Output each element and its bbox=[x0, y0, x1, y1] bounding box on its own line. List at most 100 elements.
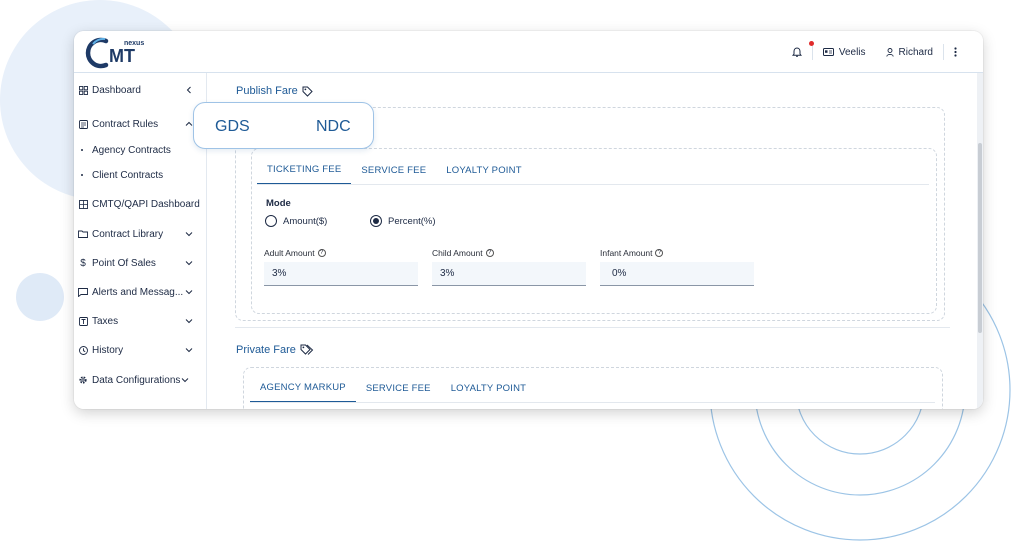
sidebar-item-history[interactable]: History bbox=[74, 339, 207, 361]
publish-fare-tabs: TICKETING FEE SERVICE FEE LOYALTY POINT bbox=[257, 155, 532, 185]
bullet bbox=[81, 149, 83, 151]
sidebar-item-label: Taxes bbox=[92, 315, 119, 327]
tax-icon bbox=[78, 316, 88, 326]
help-icon[interactable]: ? bbox=[655, 249, 664, 257]
company-name: Veelis bbox=[838, 46, 866, 58]
sidebar-item-alerts-and-messages[interactable]: Alerts and Messag... bbox=[74, 281, 207, 303]
chevron-left-icon[interactable] bbox=[185, 86, 193, 94]
sidebar-item-taxes[interactable]: Taxes bbox=[74, 310, 207, 332]
child-amount-input[interactable]: 3% bbox=[432, 262, 586, 286]
user-icon bbox=[885, 47, 894, 57]
chevron-down-icon[interactable] bbox=[185, 317, 193, 325]
sidebar-item-label: Dashboard bbox=[92, 84, 141, 96]
tab-service-fee[interactable]: SERVICE FEE bbox=[356, 373, 441, 403]
infant-amount-label: Infant Amount ? bbox=[600, 248, 664, 258]
sidebar-subitem-label: Client Contracts bbox=[92, 169, 164, 181]
sidebar-item-label: Data Configurations bbox=[92, 374, 181, 386]
grid-icon bbox=[78, 199, 88, 209]
dashboard-icon bbox=[78, 85, 88, 95]
gds-option[interactable]: GDS bbox=[215, 118, 250, 136]
notifications-button[interactable] bbox=[782, 41, 814, 61]
chevron-down-icon[interactable] bbox=[185, 288, 193, 296]
sidebar-subitem-agency-contracts[interactable]: Agency Contracts bbox=[74, 141, 207, 159]
dollar-icon: $ bbox=[80, 257, 86, 269]
child-amount-label: Child Amount ? bbox=[432, 248, 494, 258]
adult-amount-label: Adult Amount ? bbox=[264, 248, 326, 258]
help-icon[interactable]: ? bbox=[317, 249, 326, 257]
publish-fare-title: Publish Fare bbox=[236, 85, 313, 97]
chevron-down-icon[interactable] bbox=[185, 346, 193, 354]
sidebar: Dashboard Contract Rules Agency Contract… bbox=[74, 73, 207, 409]
sidebar-item-label: History bbox=[92, 344, 124, 356]
company-switcher[interactable]: Veelis bbox=[813, 43, 876, 61]
tab-loyalty-point[interactable]: LOYALTY POINT bbox=[441, 373, 536, 403]
tab-divider bbox=[257, 184, 929, 185]
sidebar-subitem-label: Agency Contracts bbox=[92, 144, 171, 156]
more-vertical-icon bbox=[954, 47, 957, 57]
more-menu-button[interactable] bbox=[944, 43, 967, 61]
scroll-thumb[interactable] bbox=[978, 143, 982, 333]
tag-icon bbox=[302, 86, 313, 97]
sidebar-item-label: Contract Library bbox=[92, 228, 164, 240]
private-fare-tabs: AGENCY MARKUP SERVICE FEE LOYALTY POINT bbox=[250, 373, 536, 403]
clock-icon bbox=[78, 345, 88, 355]
sidebar-item-data-configurations[interactable]: Data Configurations bbox=[74, 369, 207, 391]
user-menu[interactable]: Richard bbox=[876, 43, 943, 61]
adult-amount-input[interactable]: 3% bbox=[264, 262, 418, 286]
mode-amount-radio[interactable]: Amount($) bbox=[265, 215, 327, 227]
chevron-down-icon[interactable] bbox=[181, 376, 189, 384]
sidebar-subitem-client-contracts[interactable]: Client Contracts bbox=[74, 166, 207, 184]
private-fare-title: Private Fare bbox=[236, 344, 314, 356]
sidebar-item-contract-rules[interactable]: Contract Rules bbox=[74, 113, 207, 135]
ndc-option[interactable]: NDC bbox=[316, 118, 351, 136]
sidebar-item-point-of-sales[interactable]: $ Point Of Sales bbox=[74, 252, 207, 274]
section-title-label: Publish Fare bbox=[236, 85, 298, 97]
field-label: Adult Amount bbox=[264, 248, 315, 258]
sidebar-item-dashboard[interactable]: Dashboard bbox=[74, 79, 207, 101]
mode-percent-radio[interactable]: Percent(%) bbox=[370, 215, 436, 227]
section-title-label: Private Fare bbox=[236, 344, 296, 356]
gear-icon bbox=[78, 375, 88, 385]
message-icon bbox=[78, 287, 88, 297]
app-logo[interactable]: nexus MT bbox=[84, 33, 150, 71]
help-icon[interactable]: ? bbox=[485, 249, 494, 257]
tab-agency-markup[interactable]: AGENCY MARKUP bbox=[250, 373, 356, 403]
bullet bbox=[81, 174, 83, 176]
field-label: Child Amount bbox=[432, 248, 483, 258]
background-dot bbox=[16, 273, 64, 321]
tab-loyalty-point[interactable]: LOYALTY POINT bbox=[436, 155, 531, 185]
sidebar-item-label: Alerts and Messag... bbox=[92, 286, 184, 298]
tab-service-fee[interactable]: SERVICE FEE bbox=[351, 155, 436, 185]
app-window: nexus MT Veelis Richard Dashboard Contra… bbox=[74, 31, 983, 409]
sidebar-item-label: Contract Rules bbox=[92, 118, 159, 130]
sidebar-item-cmtq-qapi-dashboard[interactable]: CMTQ/QAPI Dashboard bbox=[74, 193, 207, 215]
chevron-down-icon[interactable] bbox=[185, 230, 193, 238]
chevron-up-icon[interactable] bbox=[185, 120, 193, 128]
user-name: Richard bbox=[898, 46, 933, 58]
document-icon bbox=[78, 119, 88, 129]
tab-ticketing-fee[interactable]: TICKETING FEE bbox=[257, 155, 352, 185]
radio-circle bbox=[370, 215, 382, 227]
chevron-down-icon[interactable] bbox=[185, 259, 193, 267]
bell-icon bbox=[791, 46, 802, 57]
infant-amount-input[interactable]: 0% bbox=[600, 262, 754, 286]
mode-label: Mode bbox=[266, 198, 291, 209]
sidebar-item-label: CMTQ/QAPI Dashboard bbox=[92, 198, 200, 210]
notification-badge bbox=[808, 41, 814, 46]
radio-label: Amount($) bbox=[283, 215, 328, 227]
content-scrollbar[interactable] bbox=[977, 73, 983, 409]
tab-divider bbox=[250, 402, 935, 403]
id-card-icon bbox=[822, 48, 834, 56]
sidebar-item-contract-library[interactable]: Contract Library bbox=[74, 223, 207, 245]
sidebar-item-label: Point Of Sales bbox=[92, 257, 156, 269]
logo-big-text: MT bbox=[109, 46, 135, 66]
top-bar: nexus MT Veelis Richard bbox=[74, 31, 983, 73]
field-label: Infant Amount bbox=[600, 248, 653, 258]
radio-label: Percent(%) bbox=[388, 215, 436, 227]
top-bar-actions: Veelis Richard bbox=[782, 31, 967, 73]
tags-icon bbox=[300, 344, 314, 355]
folder-icon bbox=[78, 229, 88, 239]
radio-circle bbox=[265, 215, 277, 227]
distribution-toggle: GDS NDC bbox=[193, 102, 374, 149]
section-divider bbox=[235, 327, 950, 328]
